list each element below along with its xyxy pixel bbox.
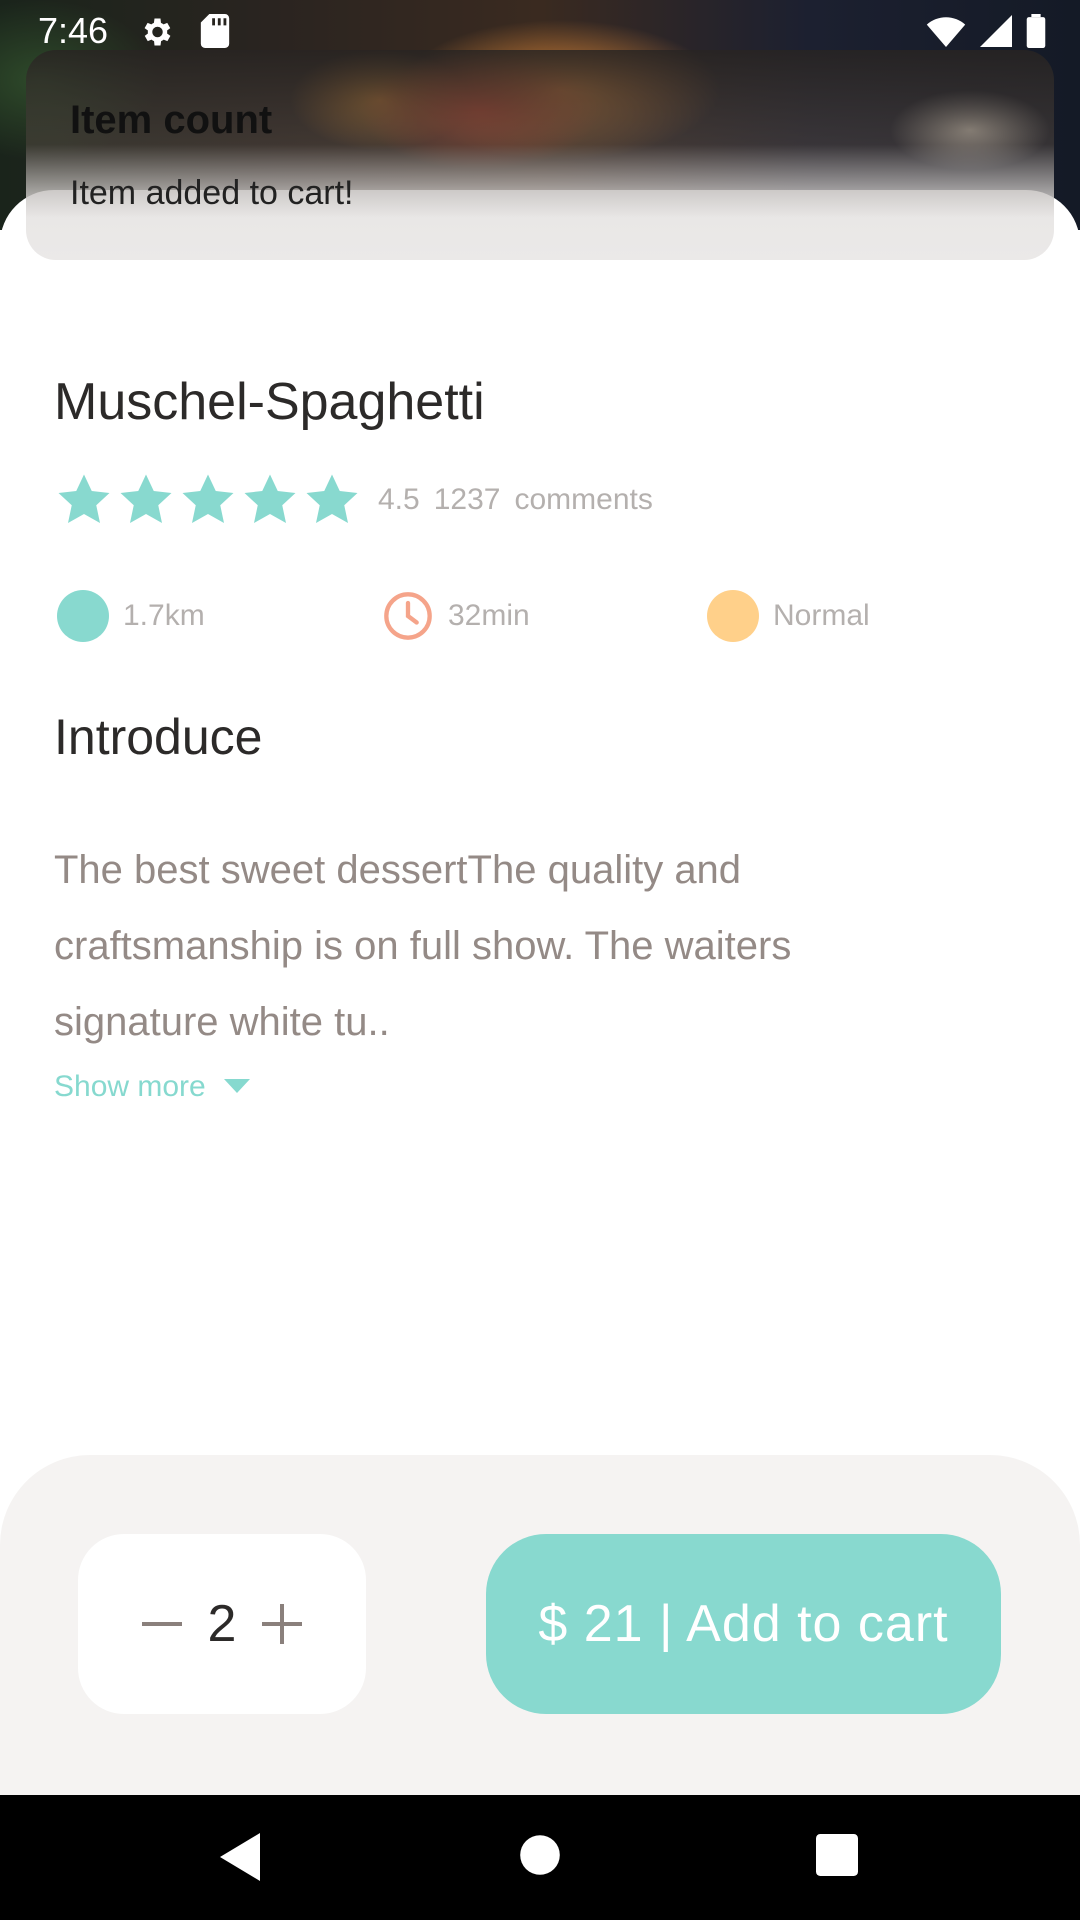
comment-count: 1237 <box>433 483 501 516</box>
show-more-link[interactable]: Show more <box>54 1070 250 1104</box>
toast-title: Item count <box>70 98 273 142</box>
dish-title: Muschel-Spaghetti <box>54 373 485 431</box>
distance-dot-icon <box>57 590 109 642</box>
rating-row: 4.5 1237 comments <box>54 470 653 530</box>
signal-icon <box>980 15 1012 52</box>
level-text: Normal <box>773 599 870 632</box>
show-more-label: Show more <box>54 1070 206 1103</box>
quantity-value: 2 <box>207 1595 237 1653</box>
system-nav-bar <box>0 1795 1080 1920</box>
introduce-text: The best sweet dessertThe quality and cr… <box>54 848 792 1044</box>
minus-icon[interactable] <box>132 1594 192 1654</box>
recents-icon[interactable] <box>816 1833 858 1882</box>
back-icon[interactable] <box>216 1831 264 1888</box>
wifi-icon <box>926 15 966 52</box>
comments-label: comments <box>514 483 653 516</box>
level-info: Normal <box>707 588 870 644</box>
rating-value: 4.5 <box>378 483 420 516</box>
status-time: 7:46 <box>38 10 109 51</box>
toast-message: Item added to cart! <box>70 174 354 212</box>
add-to-cart-button[interactable]: $ 21 | Add to cart <box>486 1534 1001 1714</box>
sd-card-icon <box>200 14 230 53</box>
time-text: 32min <box>448 599 530 632</box>
star-icon <box>306 474 358 523</box>
level-dot-icon <box>707 590 759 642</box>
battery-icon <box>1026 14 1046 53</box>
star-icon <box>58 474 110 523</box>
gear-icon <box>138 14 174 55</box>
distance-info: 1.7km <box>57 588 205 644</box>
plus-icon[interactable] <box>252 1594 312 1654</box>
star-icon <box>120 474 172 523</box>
star-icon <box>182 474 234 523</box>
time-info: 32min <box>382 588 530 644</box>
status-bar: 7:46 <box>0 0 1080 62</box>
home-icon[interactable] <box>518 1833 562 1882</box>
quantity-stepper: 2 <box>78 1534 366 1714</box>
added-to-cart-toast: Item count Item added to cart! <box>26 50 1054 260</box>
chevron-down-icon <box>223 1079 250 1093</box>
distance-text: 1.7km <box>123 599 205 632</box>
introduce-title: Introduce <box>54 709 263 765</box>
clock-icon <box>382 590 434 642</box>
star-icon <box>244 474 296 523</box>
